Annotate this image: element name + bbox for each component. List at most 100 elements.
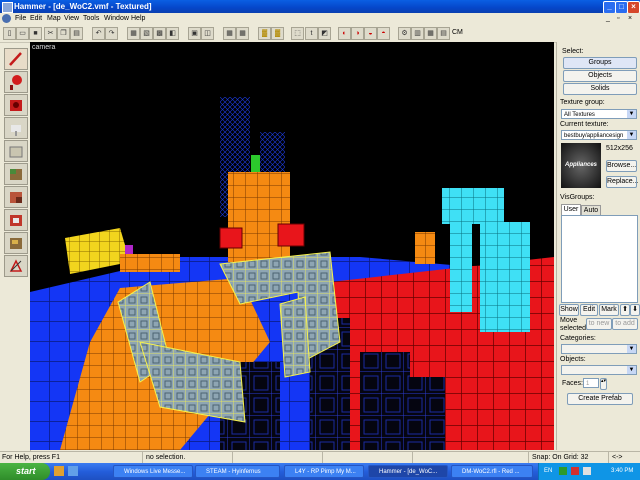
camera-viewport[interactable]: camera (30, 42, 554, 450)
overlay-tool-icon[interactable] (4, 232, 28, 254)
block-tool-icon[interactable] (4, 140, 28, 162)
check-problems-icon[interactable]: ▦ (424, 27, 437, 40)
clipping-tool-icon[interactable] (4, 255, 28, 277)
texture-group-select[interactable]: All Textures ▼ (561, 109, 637, 119)
tray-app-icon[interactable] (559, 467, 567, 475)
apply-texture-icon[interactable] (4, 186, 28, 208)
entity-tool-icon[interactable] (4, 117, 28, 139)
group-icon[interactable]: ▦ (127, 27, 140, 40)
taskbar: start Windows Live Messe... STEAM - Hyin… (0, 463, 640, 480)
task-hammer[interactable]: Hammer - [de_WoC... (368, 465, 448, 478)
grid-toggle-icon[interactable]: ▓ (271, 27, 284, 40)
current-texture-label: Current texture: (560, 121, 609, 128)
flip-horizontal-icon[interactable]: ◐ (338, 27, 351, 40)
quicklaunch-ie-icon[interactable] (68, 466, 78, 476)
flip-vertical-icon[interactable]: ◑ (351, 27, 364, 40)
to-new-button[interactable]: to new (586, 318, 612, 330)
grid-smaller-icon[interactable]: ▦ (223, 27, 236, 40)
decal-icon[interactable]: ◩ (318, 27, 331, 40)
start-label: start (16, 466, 36, 476)
visgroups-list[interactable] (561, 215, 638, 303)
objects-select[interactable]: ▼ (561, 365, 637, 375)
categories-select[interactable]: ▼ (561, 344, 637, 354)
cordon-toggle[interactable]: CM (452, 29, 463, 36)
hide-icon[interactable]: ▩ (153, 27, 166, 40)
grid-larger-icon[interactable]: ▦ (236, 27, 249, 40)
mdi-restore-button[interactable]: ▫ (617, 13, 619, 25)
status-cell-blank-2 (322, 452, 416, 463)
create-prefab-button[interactable]: Create Prefab (567, 393, 633, 405)
select-label: Select: (562, 48, 584, 55)
menu-help[interactable]: Help (131, 13, 145, 25)
snap-status: Snap: On Grid: 32 (528, 452, 612, 463)
tab-user[interactable]: User (561, 204, 581, 215)
current-texture-select[interactable]: bestbuy/appliancesign ▼ (561, 130, 637, 140)
select-objects-button[interactable]: Objects (563, 70, 637, 82)
carve-icon[interactable]: ◧ (166, 27, 179, 40)
cut-icon[interactable]: ✂ (44, 27, 57, 40)
save-icon[interactable]: ■ (29, 27, 42, 40)
3d-scene[interactable] (30, 42, 554, 450)
mdi-close-button[interactable]: × (628, 13, 632, 25)
open-file-icon[interactable]: ▭ (16, 27, 29, 40)
menu-tools[interactable]: Tools (83, 13, 99, 25)
to-add-button[interactable]: to add (612, 318, 638, 330)
task-l4y[interactable]: L4Y - RP Pimp My M... (284, 465, 364, 478)
selection-tool-icon[interactable] (4, 48, 28, 70)
faces-input[interactable]: 1 (583, 378, 599, 388)
magnify-tool-icon[interactable] (4, 71, 28, 93)
quicklaunch-icon[interactable] (54, 466, 64, 476)
move-down-button[interactable]: ⬇ (630, 304, 640, 316)
menu-view[interactable]: View (64, 13, 79, 25)
tray-security-icon[interactable] (571, 467, 579, 475)
task-dm-woc2[interactable]: DM-WoC2.rfl - Red ... (451, 465, 533, 478)
move-up-button[interactable]: ⬆ (620, 304, 630, 316)
snap-to-grid-icon[interactable]: ▓ (258, 27, 271, 40)
document-icon[interactable] (2, 14, 11, 23)
toolbar: ▯ ▭ ■ ✂ ❐ ▤ ↶ ↷ ▦ ▧ ▩ ◧ ▣ ◫ ▦ ▦ ▓ ▓ ⬚ t … (0, 25, 640, 43)
selection-box-icon[interactable]: ⬚ (291, 27, 304, 40)
run-map-icon[interactable]: ⚙ (398, 27, 411, 40)
mdi-minimize-button[interactable]: _ (606, 13, 610, 25)
edit-button[interactable]: Edit (580, 304, 598, 316)
window-title: Hammer - [de_WoC2.vmf - Textured] (14, 2, 152, 11)
decal-tool-icon[interactable] (4, 209, 28, 231)
scale-icon[interactable]: ◓ (377, 27, 390, 40)
menu-edit[interactable]: Edit (30, 13, 42, 25)
copy-icon[interactable]: ❐ (57, 27, 70, 40)
texture-app-icon[interactable]: t (305, 27, 318, 40)
texture-application-icon[interactable] (4, 163, 28, 185)
tray-volume-icon[interactable] (583, 467, 591, 475)
paste-icon[interactable]: ▤ (70, 27, 83, 40)
mark-button[interactable]: Mark (599, 304, 619, 316)
new-file-icon[interactable]: ▯ (3, 27, 16, 40)
menu-bar: File Edit Map View Tools Window Help _ ▫… (0, 13, 640, 25)
faces-spinner[interactable]: ▴▾ (600, 378, 607, 390)
chevron-down-icon: ▼ (627, 110, 636, 118)
ungroup-icon[interactable]: ▧ (140, 27, 153, 40)
entity-report-icon[interactable]: ▥ (411, 27, 424, 40)
redo-icon[interactable]: ↷ (105, 27, 118, 40)
menu-window[interactable]: Window (104, 13, 129, 25)
chevron-down-icon: ▼ (627, 366, 636, 374)
toggle-3d-icon[interactable]: ◫ (201, 27, 214, 40)
rotate-icon[interactable]: ◒ (364, 27, 377, 40)
select-groups-button[interactable]: Groups (563, 57, 637, 69)
map-info-icon[interactable]: ▤ (437, 27, 450, 40)
toggle-texture-lock-icon[interactable]: ▣ (188, 27, 201, 40)
task-windows-live[interactable]: Windows Live Messe... (113, 465, 193, 478)
undo-icon[interactable]: ↶ (92, 27, 105, 40)
task-steam[interactable]: STEAM - Hyinfernus (195, 465, 280, 478)
categories-label: Categories: (560, 335, 596, 342)
menu-map[interactable]: Map (47, 13, 61, 25)
start-button[interactable]: start (0, 463, 50, 480)
show-button[interactable]: Show (559, 304, 579, 316)
select-solids-button[interactable]: Solids (563, 83, 637, 95)
replace-button[interactable]: Replace... (606, 176, 639, 188)
camera-tool-icon[interactable] (4, 94, 28, 116)
current-texture-value: bestbuy/appliancesign (564, 133, 624, 139)
menu-file[interactable]: File (15, 13, 26, 25)
title-bar: Hammer - [de_WoC2.vmf - Textured] _ □ × (0, 0, 640, 14)
language-indicator[interactable]: EN (544, 463, 552, 480)
browse-button[interactable]: Browse... (606, 160, 637, 172)
